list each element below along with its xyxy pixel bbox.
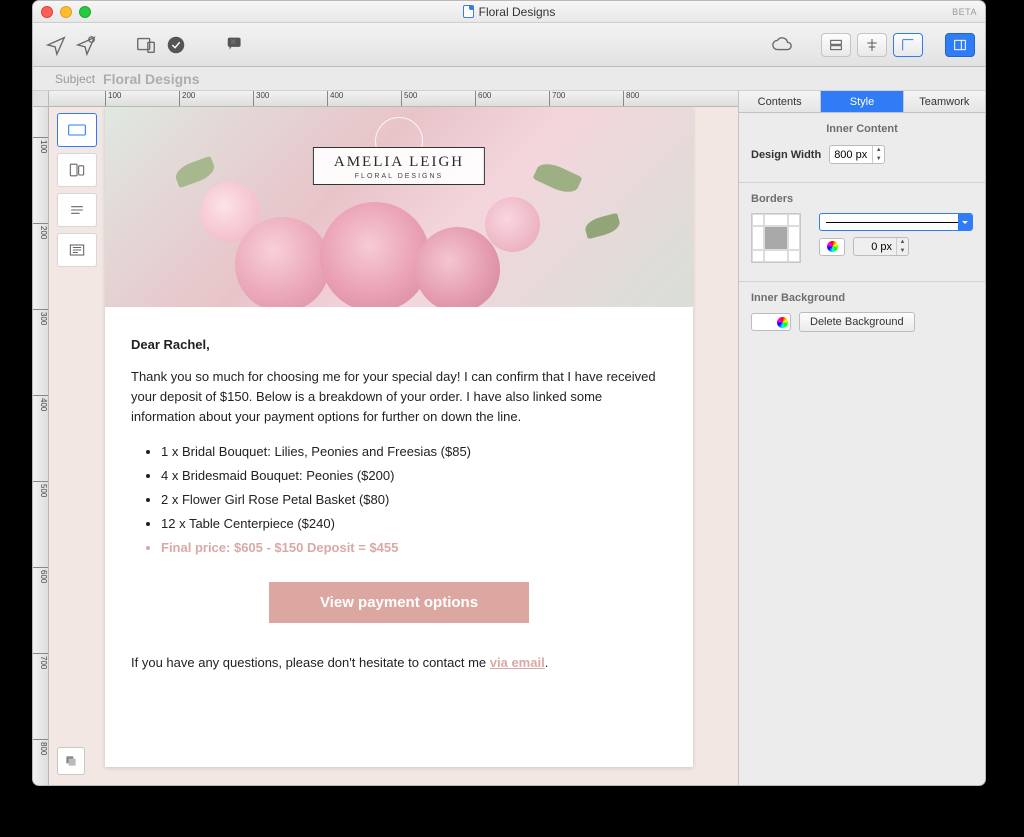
tab-style[interactable]: Style: [821, 91, 903, 112]
ruler-corner: [33, 91, 49, 107]
cta-button[interactable]: View payment options: [269, 582, 529, 623]
inner-bg-heading: Inner Background: [751, 292, 973, 304]
check-icon[interactable]: [163, 32, 189, 58]
window-title: Floral Designs: [33, 5, 985, 19]
list-item-final: Final price: $605 - $150 Deposit = $455: [161, 538, 667, 558]
list-item: 12 x Table Centerpiece ($240): [161, 514, 667, 534]
ruler-vertical: 100200300400500600700800: [33, 107, 49, 785]
beta-badge: BETA: [952, 7, 977, 17]
svg-text:✕: ✕: [231, 39, 236, 46]
hero-image[interactable]: AMELIA LEIGH FLORAL DESIGNS: [105, 107, 693, 307]
send-icon[interactable]: [43, 32, 69, 58]
list-item: 1 x Bridal Bouquet: Lilies, Peonies and …: [161, 442, 667, 462]
line-style-select[interactable]: [819, 213, 973, 231]
subject-label: Subject: [55, 72, 95, 86]
document-icon: [463, 5, 474, 18]
view-desktop[interactable]: [57, 113, 97, 147]
view-mobile[interactable]: [57, 153, 97, 187]
window-controls: [41, 6, 91, 18]
design-width-input[interactable]: [830, 149, 872, 161]
window-title-text: Floral Designs: [479, 5, 556, 19]
section-inner-content: Inner Content Design Width ▲▼: [739, 113, 985, 183]
tab-contents[interactable]: Contents: [739, 91, 821, 112]
inner-content-heading: Inner Content: [751, 123, 973, 135]
email-link[interactable]: via email: [490, 655, 545, 670]
view-source[interactable]: [57, 233, 97, 267]
titlebar: Floral Designs BETA: [33, 1, 985, 23]
border-width-input[interactable]: [854, 241, 896, 253]
bg-color-swatch[interactable]: [751, 313, 791, 331]
border-selector[interactable]: [751, 213, 801, 263]
brand-sub: FLORAL DESIGNS: [334, 173, 464, 180]
hero-label[interactable]: AMELIA LEIGH FLORAL DESIGNS: [313, 147, 485, 185]
subject-value[interactable]: Floral Designs: [103, 71, 199, 87]
layers-button[interactable]: [57, 747, 85, 775]
design-width-stepper[interactable]: ▲▼: [829, 145, 885, 164]
maximize-button[interactable]: [79, 6, 91, 18]
email-document[interactable]: AMELIA LEIGH FLORAL DESIGNS Dear Rachel,…: [105, 107, 693, 767]
toolbar: ✕: [33, 23, 985, 67]
panel-tabs: Contents Style Teamwork: [739, 91, 985, 113]
inspector-panel: Contents Style Teamwork Inner Content De…: [738, 91, 985, 785]
ruler-button[interactable]: [893, 33, 923, 57]
order-list: 1 x Bridal Bouquet: Lilies, Peonies and …: [131, 442, 667, 559]
design-width-label: Design Width: [751, 149, 821, 161]
view-text[interactable]: [57, 193, 97, 227]
tab-teamwork[interactable]: Teamwork: [904, 91, 985, 112]
section-borders: Borders ▲▼: [739, 183, 985, 282]
ruler-horizontal: 100200300400500600700800: [49, 91, 738, 107]
minimize-button[interactable]: [60, 6, 72, 18]
paragraph-contact: If you have any questions, please don't …: [131, 653, 667, 673]
greeting: Dear Rachel,: [131, 335, 667, 355]
send-test-icon[interactable]: [73, 32, 99, 58]
borders-heading: Borders: [751, 193, 973, 205]
list-item: 4 x Bridesmaid Bouquet: Peonies ($200): [161, 466, 667, 486]
comments-icon[interactable]: ✕: [223, 32, 249, 58]
section-inner-background: Inner Background Delete Background: [739, 282, 985, 350]
cloud-icon[interactable]: [769, 32, 795, 58]
layout-split-button[interactable]: [821, 33, 851, 57]
canvas[interactable]: 100200300400500600700800 100200300400500…: [33, 91, 738, 785]
paragraph-intro: Thank you so much for choosing me for yo…: [131, 367, 667, 427]
brand-name: AMELIA LEIGH: [334, 154, 464, 171]
delete-background-button[interactable]: Delete Background: [799, 312, 915, 332]
list-item: 2 x Flower Girl Rose Petal Basket ($80): [161, 490, 667, 510]
close-button[interactable]: [41, 6, 53, 18]
app-window: Floral Designs BETA ✕ Subject Floral Des…: [32, 0, 986, 786]
devices-icon[interactable]: [133, 32, 159, 58]
view-tabs: [57, 113, 97, 267]
border-width-stepper[interactable]: ▲▼: [853, 237, 909, 256]
email-body[interactable]: Dear Rachel, Thank you so much for choos…: [105, 307, 693, 715]
align-center-button[interactable]: [857, 33, 887, 57]
border-color-swatch[interactable]: [819, 238, 845, 256]
panel-toggle-button[interactable]: [945, 33, 975, 57]
subject-bar: Subject Floral Designs: [33, 67, 985, 91]
main-area: 100200300400500600700800 100200300400500…: [33, 91, 985, 785]
